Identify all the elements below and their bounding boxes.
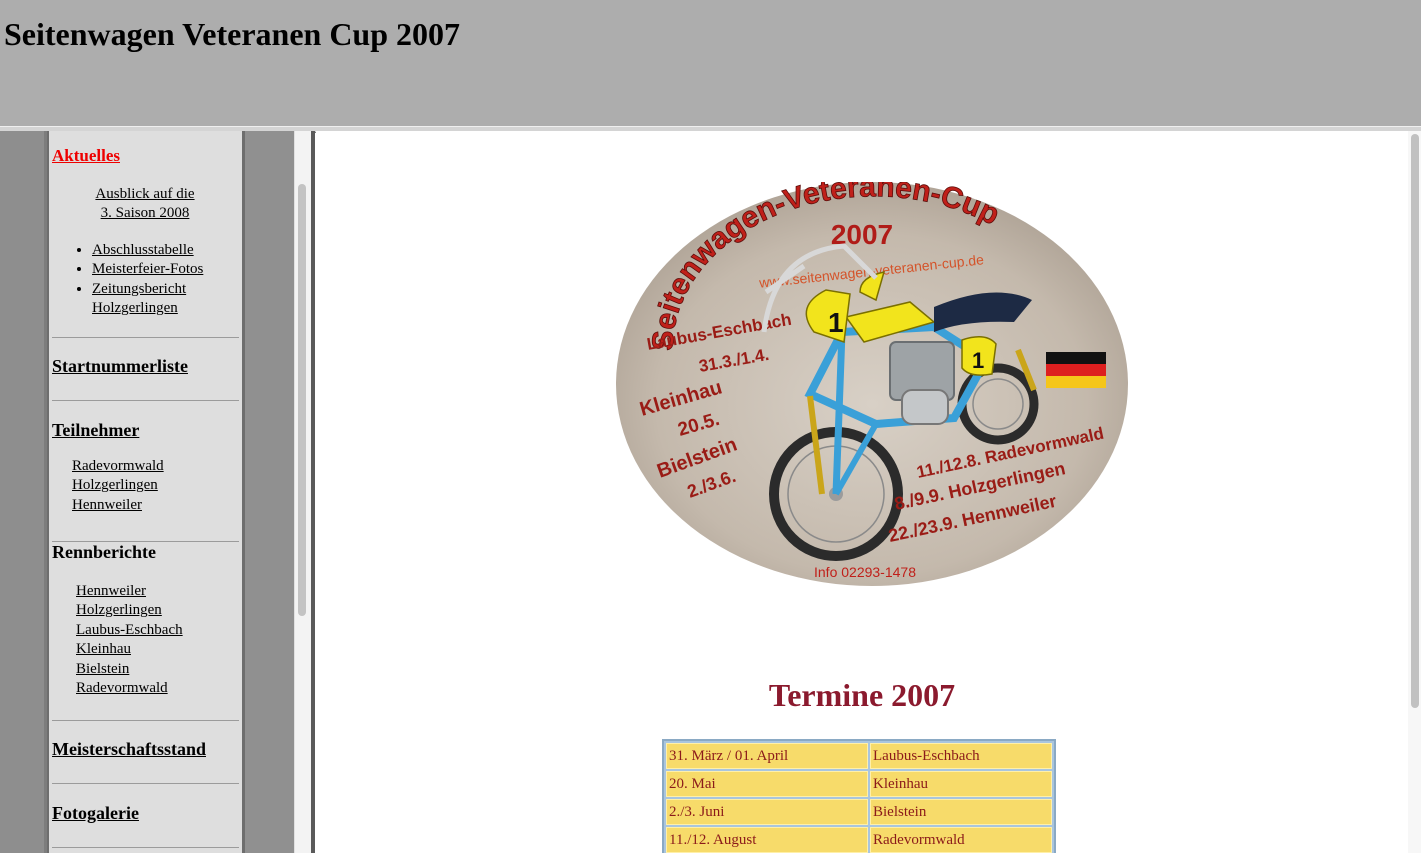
nav-meisterschaftsstand-link[interactable]: Meisterschaftsstand <box>52 739 239 760</box>
list-item: Meisterfeier-Fotos <box>92 260 239 279</box>
list-item: Abschlusstabelle <box>92 241 239 260</box>
table-row: 11./12. August Radevormwald <box>666 827 1052 853</box>
nav-rennberichte-heading: Rennberichte <box>52 542 156 562</box>
nav-meisterfeier-link[interactable]: Meisterfeier-Fotos <box>92 261 203 277</box>
logo-start-number-2: 1 <box>972 348 984 373</box>
nav-section-fotogalerie: Fotogalerie <box>52 783 239 848</box>
nav-teilnehmer-holzgerlingen[interactable]: Holzgerlingen <box>72 477 158 493</box>
table-cell-date: 11./12. August <box>666 827 868 853</box>
table-cell-date: 2./3. Juni <box>666 799 868 825</box>
sidebar-nav: Aktuelles Ausblick auf die 3. Saison 200… <box>47 131 245 853</box>
nav-zeitungsbericht-link-line2[interactable]: Holzgerlingen <box>92 300 178 316</box>
nav-fotogalerie-link[interactable]: Fotogalerie <box>52 803 239 824</box>
nav-teilnehmer-link[interactable]: Teilnehmer <box>52 420 239 441</box>
nav-section-divider <box>52 847 239 853</box>
logo-start-number: 1 <box>828 307 844 338</box>
table-cell-place: Kleinhau <box>870 771 1052 797</box>
nav-teilnehmer-hennweiler[interactable]: Hennweiler <box>72 497 142 513</box>
nav-rennbericht-bielstein[interactable]: Bielstein <box>76 661 129 677</box>
nav-section-teilnehmer: Teilnehmer Radevormwald Holzgerlingen He… <box>52 400 239 541</box>
nav-rennbericht-laubus-eschbach[interactable]: Laubus-Eschbach <box>76 622 183 638</box>
table-cell-place: Radevormwald <box>870 827 1052 853</box>
termine-heading: Termine 2007 <box>768 677 956 713</box>
nav-aktuelles-link[interactable]: Aktuelles <box>52 146 239 166</box>
list-item: Zeitungsbericht Holzgerlingen <box>92 280 239 319</box>
main-scrollbar-thumb[interactable] <box>1411 134 1419 708</box>
site-header: Seitenwagen Veteranen Cup 2007 <box>0 0 1421 127</box>
nav-section-startnummerliste: Startnummerliste <box>52 337 239 400</box>
table-cell-date: 31. März / 01. April <box>666 743 868 769</box>
nav-teilnehmer-radevormwald[interactable]: Radevormwald <box>72 458 164 474</box>
nav-rennbericht-holzgerlingen[interactable]: Holzgerlingen <box>76 602 162 618</box>
table-cell-place: Laubus-Eschbach <box>870 743 1052 769</box>
table-row: 2./3. Juni Bielstein <box>666 799 1052 825</box>
table-row: 31. März / 01. April Laubus-Eschbach <box>666 743 1052 769</box>
table-cell-date: 20. Mai <box>666 771 868 797</box>
nav-ausblick-link-line2[interactable]: 3. Saison 2008 <box>101 205 190 221</box>
nav-section-aktuelles: Aktuelles Ausblick auf die 3. Saison 200… <box>52 146 239 318</box>
logo-info-phone: Info 02293-1478 <box>814 564 916 580</box>
nav-zeitungsbericht-link[interactable]: Zeitungsbericht <box>92 281 186 297</box>
nav-rennbericht-kleinhau[interactable]: Kleinhau <box>76 641 131 657</box>
dates-table: 31. März / 01. April Laubus-Eschbach 20.… <box>662 739 1056 853</box>
cup-logo-image: Seitenwagen-Veteranen-Cup 2007 www.seite… <box>616 182 1128 586</box>
german-flag-icon <box>1046 352 1106 388</box>
table-row: 20. Mai Kleinhau <box>666 771 1052 797</box>
nav-rennbericht-radevormwald[interactable]: Radevormwald <box>76 680 168 696</box>
main-content: Seitenwagen-Veteranen-Cup 2007 www.seite… <box>316 131 1408 853</box>
left-nav-frame: Aktuelles Ausblick auf die 3. Saison 200… <box>0 131 296 853</box>
nav-abschlusstabelle-link[interactable]: Abschlusstabelle <box>92 242 194 258</box>
nav-ausblick-link-line1[interactable]: Ausblick auf die <box>95 186 194 202</box>
aktuelles-list: Abschlusstabelle Meisterfeier-Fotos Zeit… <box>52 241 239 319</box>
nav-section-meisterschaftsstand: Meisterschaftsstand <box>52 720 239 783</box>
table-cell-place: Bielstein <box>870 799 1052 825</box>
frame-divider-vertical[interactable] <box>311 131 315 853</box>
nav-rennbericht-hennweiler[interactable]: Hennweiler <box>76 583 146 599</box>
nav-gutter <box>245 131 294 853</box>
nav-scrollbar-thumb[interactable] <box>298 184 306 616</box>
site-title: Seitenwagen Veteranen Cup 2007 <box>4 16 461 52</box>
nav-section-rennberichte: Rennberichte Hennweiler Holzgerlingen La… <box>52 541 239 720</box>
nav-startnummerliste-link[interactable]: Startnummerliste <box>52 356 239 377</box>
